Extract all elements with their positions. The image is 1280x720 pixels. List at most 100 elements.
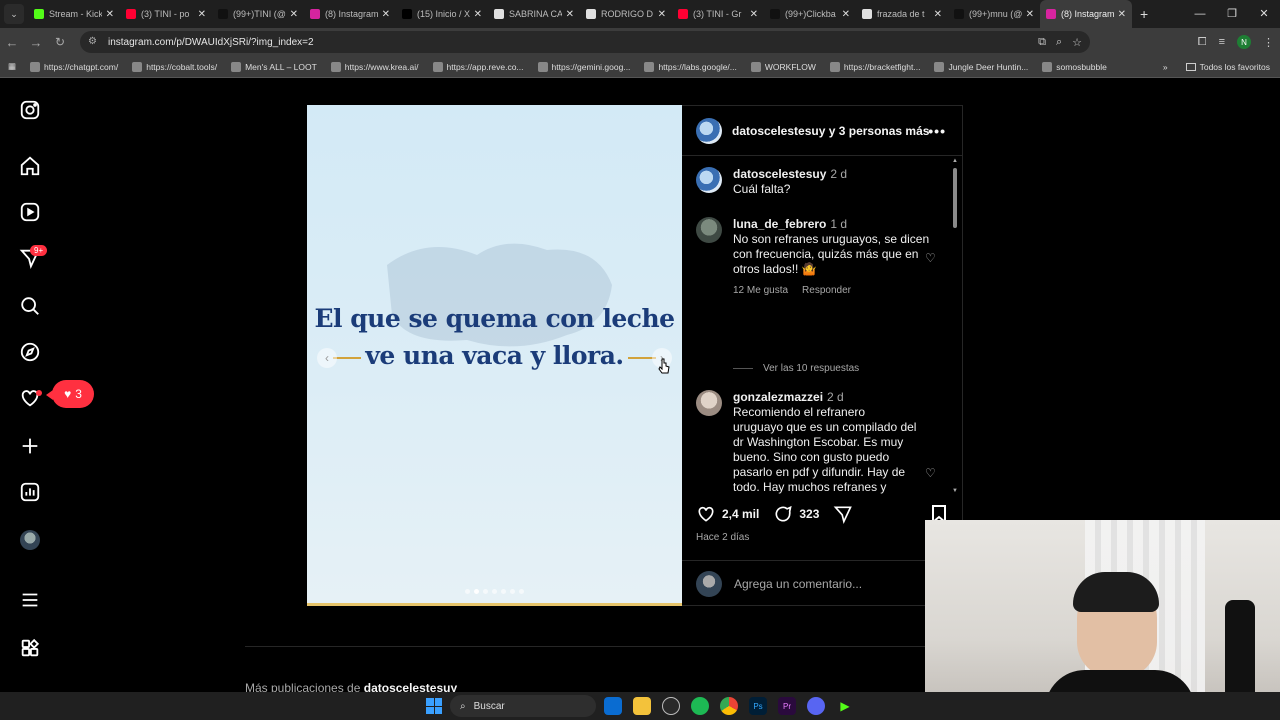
photoshop-icon[interactable]: Ps: [749, 697, 767, 715]
reels-icon[interactable]: [18, 200, 42, 224]
close-tab-icon[interactable]: ✕: [382, 9, 390, 20]
kick-icon[interactable]: ▶: [836, 697, 854, 715]
caption-avatar[interactable]: [696, 167, 722, 193]
home-icon[interactable]: [18, 154, 42, 178]
browser-tab[interactable]: (8) Instagram ✕: [304, 0, 396, 28]
close-tab-icon[interactable]: ✕: [106, 9, 114, 20]
browser-tab[interactable]: SABRINA CA ✕: [488, 0, 580, 28]
back-icon[interactable]: ←: [0, 35, 24, 50]
bookmark-item[interactable]: WORKFLOW: [750, 61, 816, 72]
bookmark-label[interactable]: https://chatgpt.com/: [44, 62, 118, 72]
zoom-icon[interactable]: ⌕: [1056, 36, 1062, 49]
notifications-popup[interactable]: ♥ 3: [46, 380, 94, 408]
omnibox[interactable]: ⚙ instagram.com/p/DWAUIdXjSRi/?img_index…: [80, 31, 1090, 53]
prev-image-button[interactable]: ‹: [317, 348, 337, 368]
discord-icon[interactable]: [807, 697, 825, 715]
close-tab-icon[interactable]: ✕: [934, 9, 942, 20]
bookmark-label[interactable]: Jungle Deer Huntin...: [948, 62, 1028, 72]
share-icon[interactable]: [833, 504, 853, 524]
profile-avatar[interactable]: N: [1237, 35, 1251, 49]
all-bookmarks-link[interactable]: Todos los favoritos: [1200, 62, 1270, 72]
minimize-button[interactable]: —: [1184, 0, 1216, 28]
caption-user[interactable]: datoscelestesuy: [733, 167, 826, 181]
like-comment-icon[interactable]: ♡: [925, 466, 937, 480]
comment-user[interactable]: gonzalezmazzei: [733, 390, 823, 404]
scroll-up-icon[interactable]: ▲: [952, 158, 958, 164]
apps-icon[interactable]: ▦: [8, 61, 16, 72]
bookmark-item[interactable]: https://www.krea.ai/: [330, 61, 419, 72]
bookmark-label[interactable]: https://gemini.goog...: [552, 62, 631, 72]
bookmarks-overflow-icon[interactable]: »: [1163, 62, 1168, 72]
close-tab-icon[interactable]: ✕: [1118, 9, 1126, 20]
close-tab-icon[interactable]: ✕: [566, 9, 574, 20]
reload-icon[interactable]: ↻: [48, 35, 72, 49]
browser-tab[interactable]: (3) TINI - Gr ✕: [672, 0, 764, 28]
bookmark-label[interactable]: somosbubble: [1056, 62, 1107, 72]
tab-title[interactable]: (15) Inicio / X: [417, 9, 470, 19]
comment-avatar[interactable]: [696, 217, 722, 243]
explore-icon[interactable]: [18, 340, 42, 364]
close-tab-icon[interactable]: ✕: [474, 9, 482, 20]
like-comment-icon[interactable]: ♡: [925, 251, 937, 265]
github-icon[interactable]: [662, 697, 680, 715]
more-menu-icon[interactable]: [18, 588, 42, 612]
close-window-button[interactable]: ✕: [1248, 0, 1280, 28]
chrome-icon[interactable]: [720, 697, 738, 715]
tab-search-button[interactable]: ⌄: [4, 4, 24, 24]
tab-title[interactable]: (99+)Clickba: [785, 9, 838, 19]
maximize-button[interactable]: ❐: [1216, 0, 1248, 28]
site-info-icon[interactable]: ⚙: [88, 36, 100, 48]
taskbar-search[interactable]: ⌕ Buscar: [450, 695, 596, 717]
browser-tab[interactable]: (99+)TINI (@ ✕: [212, 0, 304, 28]
bookmark-label[interactable]: https://bracketfight...: [844, 62, 921, 72]
bookmark-item[interactable]: https://chatgpt.com/: [30, 61, 118, 72]
post-author[interactable]: datoscelestesuy: [732, 124, 825, 138]
forward-icon[interactable]: →: [24, 35, 48, 50]
tab-title[interactable]: (3) TINI - po: [141, 9, 194, 19]
taskbar-search-placeholder[interactable]: Buscar: [474, 701, 505, 712]
browser-tab[interactable]: (99+)Clickba ✕: [764, 0, 856, 28]
browser-tab[interactable]: (8) Instagram ✕: [1040, 0, 1132, 28]
bookmark-item[interactable]: somosbubble: [1042, 61, 1107, 72]
tab-title[interactable]: SABRINA CA: [509, 9, 562, 19]
view-replies-button[interactable]: Ver las 10 respuestas: [733, 363, 859, 374]
scroll-down-icon[interactable]: ▼: [952, 488, 958, 494]
reply-button[interactable]: Responder: [802, 285, 851, 296]
bookmark-item[interactable]: https://app.reve.co...: [432, 61, 524, 72]
spotify-icon[interactable]: [691, 697, 709, 715]
browser-tab[interactable]: frazada de t ✕: [856, 0, 948, 28]
extensions-icon[interactable]: ⧠: [1198, 36, 1207, 49]
create-icon[interactable]: [18, 434, 42, 458]
comment-likes[interactable]: 12 Me gusta: [733, 285, 788, 296]
browser-tab[interactable]: Stream - Kick ✕: [28, 0, 120, 28]
close-tab-icon[interactable]: ✕: [198, 9, 206, 20]
bookmark-item[interactable]: https://labs.google/...: [644, 61, 737, 72]
bookmark-label[interactable]: https://cobalt.tools/: [146, 62, 217, 72]
profile-avatar-icon[interactable]: [20, 530, 40, 550]
tab-title[interactable]: (8) Instagram: [325, 9, 378, 19]
tab-title[interactable]: RODRIGO D: [601, 9, 654, 19]
tab-title[interactable]: (8) Instagram: [1061, 9, 1114, 19]
browser-tab[interactable]: (15) Inicio / X ✕: [396, 0, 488, 28]
also-from-meta-icon[interactable]: [18, 636, 42, 660]
outlook-icon[interactable]: [604, 697, 622, 715]
bookmark-label[interactable]: https://labs.google/...: [658, 62, 736, 72]
post-collaborators[interactable]: y 3 personas más: [825, 124, 930, 138]
url-text[interactable]: instagram.com/p/DWAUIdXjSRi/?img_index=2: [108, 37, 314, 48]
tab-title[interactable]: (99+)mnu (@: [969, 9, 1022, 19]
search-icon[interactable]: [18, 294, 42, 318]
comment-icon[interactable]: [773, 504, 793, 524]
file-explorer-icon[interactable]: [633, 697, 651, 715]
tab-title[interactable]: (3) TINI - Gr: [693, 9, 746, 19]
media-controls-icon[interactable]: ≡: [1219, 36, 1225, 48]
tab-title[interactable]: frazada de t: [877, 9, 930, 19]
bookmark-label[interactable]: Men's ALL – LOOT: [245, 62, 317, 72]
tab-title[interactable]: Stream - Kick: [49, 9, 102, 19]
comment-user[interactable]: luna_de_febrero: [733, 217, 826, 231]
new-tab-button[interactable]: +: [1140, 6, 1148, 22]
likes-count[interactable]: 2,4 mil: [722, 507, 759, 521]
browser-tab[interactable]: (3) TINI - po ✕: [120, 0, 212, 28]
bookmark-label[interactable]: WORKFLOW: [765, 62, 816, 72]
bookmark-item[interactable]: https://cobalt.tools/: [132, 61, 217, 72]
dashboard-icon[interactable]: [18, 480, 42, 504]
